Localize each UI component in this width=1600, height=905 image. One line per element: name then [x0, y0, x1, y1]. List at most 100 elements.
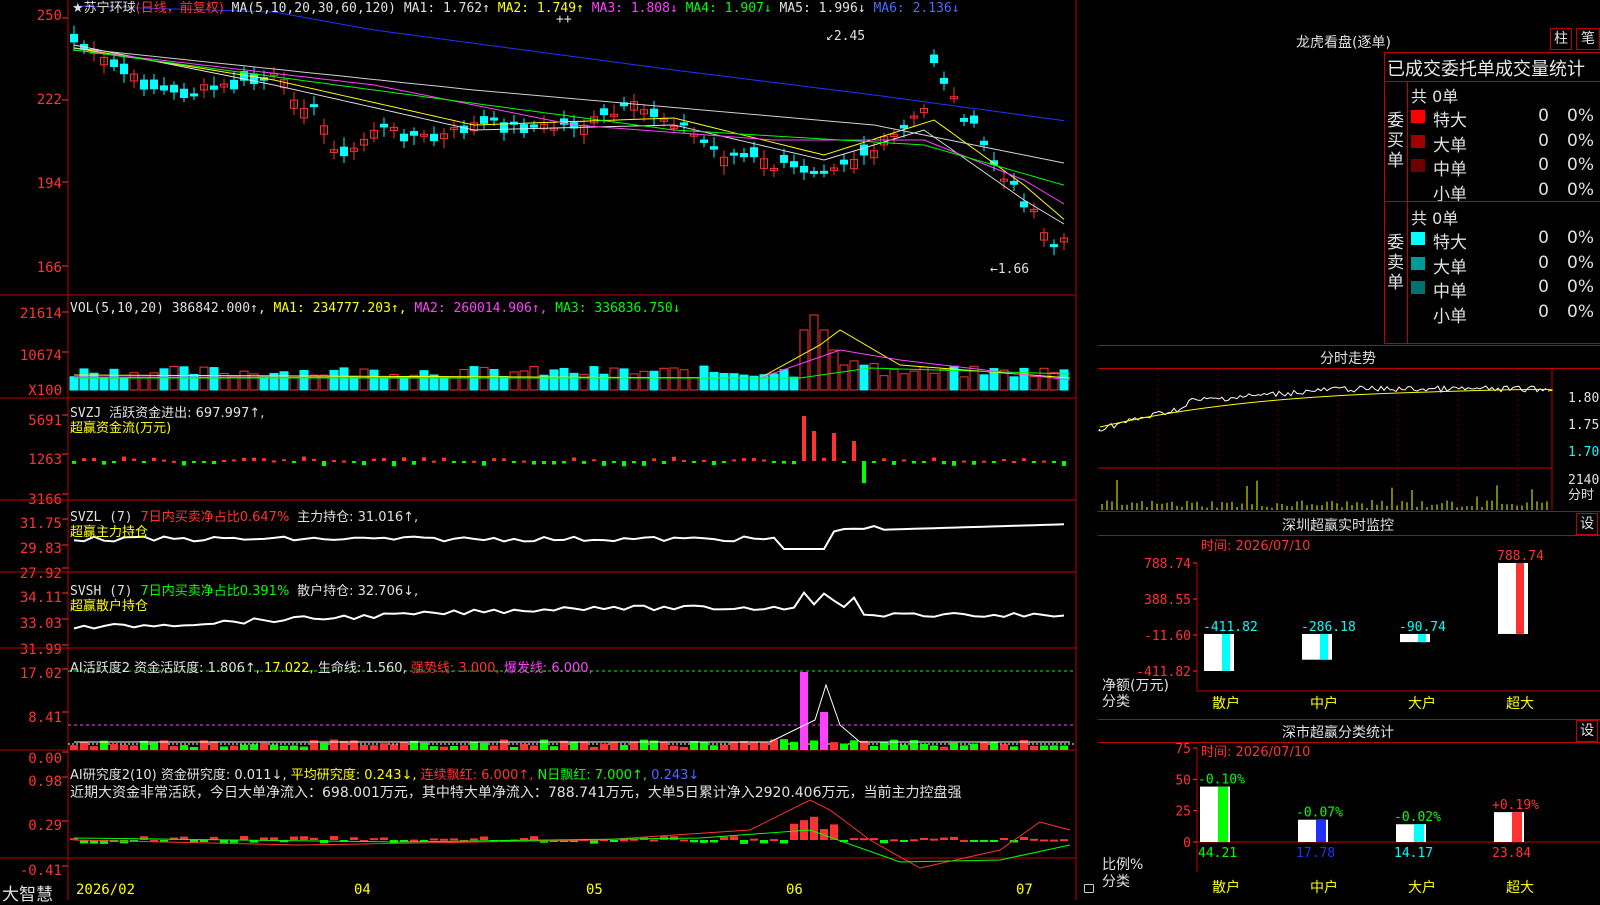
buy-row-label: 大单	[1433, 135, 1467, 156]
monitor-bar-value: -286.18	[1301, 620, 1356, 635]
svzl-ratio: 7日内买卖净占比0.647%	[140, 510, 290, 525]
candle-body	[1020, 201, 1028, 208]
ma5-line	[73, 47, 1065, 164]
activity-bar	[470, 741, 478, 750]
monitor-category: 中户	[1310, 695, 1338, 712]
fund-flow-bar	[962, 460, 966, 463]
ai1-label[interactable]: AI活跃度2	[70, 661, 130, 676]
vol-ma1: MA1: 234777.203↑,	[273, 301, 407, 316]
volume-bar	[929, 372, 939, 391]
volume-bar	[119, 377, 129, 391]
intraday-panel[interactable]: 分时走势 1.800 1.750 1.700 21401 分时	[1098, 345, 1600, 512]
ma-params: MA(5,10,20,30,60,120)	[231, 1, 397, 16]
fund-flow-bar	[892, 461, 896, 465]
fund-flow-bar	[252, 457, 256, 461]
volume-bar	[939, 368, 949, 391]
activity-bar	[720, 744, 728, 750]
activity-bar	[430, 746, 438, 750]
volume-bar	[829, 349, 839, 391]
fund-flow-bar	[742, 458, 746, 461]
monitor-bar-chart[interactable]: 788.74388.55-11.60-411.82-411.82散户-286.1…	[1098, 511, 1600, 719]
fund-flow-bar	[362, 461, 366, 466]
sell-row: 中单 0 0%	[1409, 276, 1600, 302]
fund-flow-bar	[122, 456, 126, 461]
volume-bar	[159, 368, 169, 391]
svzl-header: SVZL (7) 7日内买卖净占比0.647% 主力持仓: 31.016↑,	[70, 510, 418, 525]
activity-bar	[1040, 745, 1048, 750]
trade-stats-table: 已成交委托单成交量统计 委买单 共 0单 特大 0 0% 大单 0 0% 中单 0 0% 小单 0 0…	[1384, 52, 1600, 344]
fund-flow-bar	[1032, 461, 1036, 463]
volume-bar	[449, 377, 459, 391]
intraday-chart[interactable]	[1098, 369, 1600, 510]
research-bar	[890, 839, 898, 842]
svzj-label[interactable]: SVZJ	[70, 406, 101, 421]
activity-bar	[610, 742, 618, 750]
fund-flow-bar	[222, 460, 226, 463]
fund-flow-bar	[602, 461, 606, 466]
activity-bar	[390, 744, 398, 750]
svzj-subtitle: 超赢资金流(万元)	[70, 421, 172, 436]
activity-bar	[960, 745, 968, 750]
stock-title[interactable]: ★苏宁环球	[72, 1, 136, 16]
volume-bar	[669, 367, 679, 391]
research-bar	[140, 836, 148, 840]
activity-bar	[780, 739, 788, 750]
classify-tick-label: 50	[1175, 773, 1191, 788]
intraday-unit: 分时	[1568, 488, 1595, 503]
candle-body	[160, 85, 168, 91]
fund-flow-bar	[972, 461, 976, 465]
classify-bar-chart[interactable]: 75 50 25 0 -0.10% 44.21 散户 -0.07% 17.78 中户 -0.02% 1…	[1098, 720, 1600, 901]
kline-chart-canvas[interactable]	[0, 0, 1097, 900]
fund-flow-bar	[482, 461, 486, 466]
fund-flow-bar	[752, 457, 756, 461]
sell-row-pct: 0%	[1567, 252, 1594, 273]
activity-bar	[150, 742, 158, 750]
candle-body	[780, 154, 788, 163]
chart-mode[interactable]: (日线，前复权)	[136, 1, 224, 16]
ma1-value: MA1: 1.762↑	[403, 1, 490, 16]
tick-mode-button[interactable]: 笔	[1576, 28, 1600, 50]
svsh-label[interactable]: SVSH (7)	[70, 584, 133, 599]
research-bar	[750, 838, 758, 841]
fund-flow-bar	[182, 461, 186, 466]
vol-ma1-line	[73, 329, 1071, 379]
activity-bar	[540, 739, 548, 750]
column-mode-button[interactable]: 柱	[1550, 28, 1572, 50]
classify-tick-label: 25	[1175, 805, 1191, 820]
research-bar	[1050, 839, 1058, 842]
activity-bar	[130, 745, 138, 750]
right-panel: 龙虎看盘(逐单) 柱 笔 已成交委托单成交量统计 委买单 共 0单 特大 0 0% 大…	[1098, 0, 1600, 900]
research-bar	[970, 840, 978, 842]
research-bar	[860, 838, 868, 841]
research-bar	[350, 837, 358, 840]
brand-logo[interactable]: 大智慧	[2, 880, 53, 905]
activity-bar	[940, 746, 948, 750]
buy-swatch	[1411, 110, 1425, 123]
candle-body	[340, 146, 348, 157]
sell-row-label: 特大	[1433, 233, 1467, 253]
fund-flow-bar	[592, 459, 596, 462]
activity-bar	[850, 740, 858, 750]
candle-body	[700, 139, 708, 143]
ai2-label[interactable]: AI研究度2(10)	[70, 768, 157, 783]
research-bar	[950, 836, 958, 840]
lock-icon[interactable]	[1084, 884, 1094, 893]
candle-body	[180, 88, 188, 99]
volume-bar	[769, 373, 779, 391]
volume-bar	[289, 377, 299, 391]
volume-bar	[959, 376, 969, 391]
sell-row: 大单 0 0%	[1409, 252, 1600, 278]
ai1-strong: 强势线: 3.000,	[410, 661, 500, 676]
volume-bar	[509, 371, 519, 391]
research-bar	[1040, 839, 1048, 842]
candle-body	[480, 116, 488, 124]
svzl-label[interactable]: SVZL (7)	[70, 510, 133, 525]
volume-bar	[1009, 376, 1019, 391]
fund-flow-bar	[1022, 458, 1026, 461]
activity-bar	[1020, 739, 1028, 750]
research-bar	[330, 836, 338, 840]
candle-body	[1050, 244, 1058, 248]
monitor-tick-label: -11.60	[1144, 629, 1191, 644]
vol-label[interactable]: VOL(5,10,20)	[70, 301, 164, 316]
buy-total: 共 0单	[1411, 87, 1459, 106]
